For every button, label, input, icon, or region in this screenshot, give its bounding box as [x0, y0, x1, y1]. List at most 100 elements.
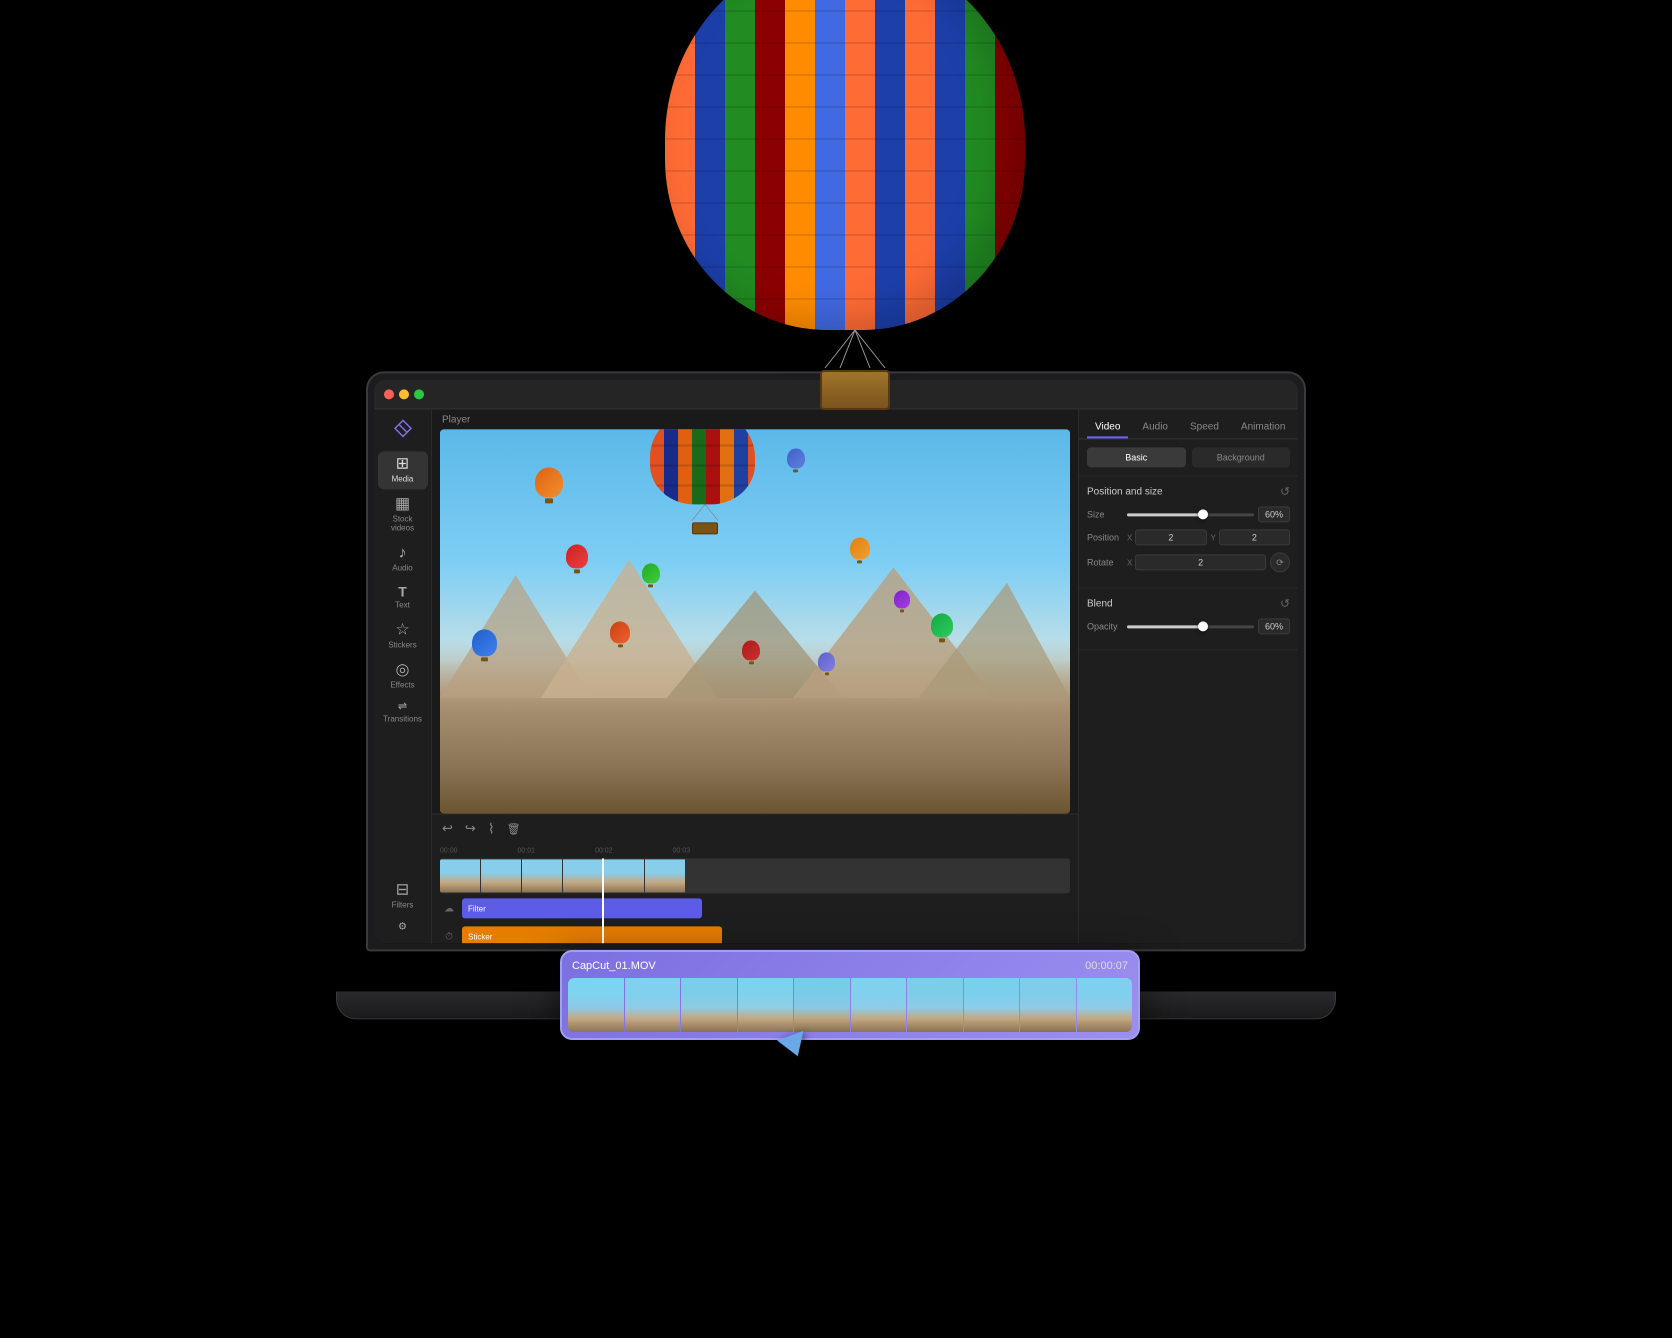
clip-popup[interactable]: CapCut_01.MOV 00:00:07 — [560, 950, 1140, 1040]
balloon-small-1 — [535, 468, 563, 504]
clip-duration: 00:00:07 — [1085, 960, 1128, 972]
right-panel: Video Audio Speed Animation — [1078, 409, 1298, 943]
text-icon: T — [398, 585, 407, 599]
video-thumb-3 — [522, 859, 562, 892]
position-y-value[interactable]: 2 — [1219, 529, 1290, 545]
transitions-icon: ⇌ — [398, 702, 407, 713]
sidebar-label-stickers: Stickers — [388, 640, 416, 650]
center-area: Player — [432, 409, 1078, 943]
rotate-x-value[interactable]: 2 — [1135, 554, 1266, 570]
main-balloon — [650, 429, 760, 534]
opacity-label: Opacity — [1087, 621, 1123, 631]
size-slider[interactable] — [1127, 513, 1254, 516]
position-y-label: Y — [1211, 533, 1216, 542]
filter-track-row: ☁ Filter — [440, 895, 1070, 921]
blend-group: Blend ↺ Opacity — [1079, 588, 1298, 650]
sidebar-item-settings[interactable]: ⚙ — [378, 917, 428, 937]
timeline-ruler: 00:00 00:01 00:02 00:03 — [432, 842, 1078, 858]
laptop-lid: ⊞ Media ▦ Stock videos ♪ Audio — [366, 371, 1306, 951]
clip-popup-header: CapCut_01.MOV 00:00:07 — [568, 958, 1132, 974]
filter-track-label: Filter — [468, 904, 486, 913]
tab-video[interactable]: Video — [1087, 417, 1128, 438]
settings-icon: ⚙ — [398, 922, 407, 932]
balloon-basket — [820, 370, 890, 410]
rotate-row: Rotate X 2 ⟳ — [1087, 552, 1290, 572]
sidebar-item-transitions[interactable]: ⇌ Transitions — [378, 697, 428, 730]
sidebar-item-stock-videos[interactable]: ▦ Stock videos — [378, 491, 428, 538]
timeline-tracks: ☁ Filter ⏱ — [432, 858, 1078, 943]
playhead[interactable] — [602, 858, 604, 943]
segment-basic[interactable]: Basic — [1087, 447, 1186, 467]
balloon-small-6 — [894, 591, 910, 613]
media-icon: ⊞ — [396, 456, 409, 472]
timeline-toolbar: ↩ ↪ ⌇ 🗑 — [432, 814, 1078, 842]
undo-button[interactable]: ↩ — [440, 818, 455, 838]
sidebar-item-effects[interactable]: ◎ Effects — [378, 657, 428, 695]
position-label: Position — [1087, 532, 1123, 542]
sticker-track[interactable]: Sticker — [462, 926, 722, 943]
hero-balloon — [665, 0, 1045, 430]
film-frame-8 — [964, 978, 1020, 1032]
scene: ⊞ Media ▦ Stock videos ♪ Audio — [0, 0, 1672, 1338]
redo-button[interactable]: ↪ — [463, 818, 478, 838]
opacity-slider-thumb[interactable] — [1198, 621, 1208, 631]
laptop: ⊞ Media ▦ Stock videos ♪ Audio — [366, 371, 1306, 991]
position-y-group: Y 2 — [1211, 529, 1291, 545]
panel-segments: Basic Background — [1079, 439, 1298, 476]
sidebar-label-transitions: Transitions — [383, 715, 422, 725]
main-video-track[interactable] — [440, 858, 1070, 893]
video-thumb-1 — [440, 859, 480, 892]
balloon-envelope — [665, 0, 1025, 330]
rotate-label: Rotate — [1087, 557, 1123, 567]
position-size-reset[interactable]: ↺ — [1280, 484, 1290, 498]
film-frame-7 — [907, 978, 963, 1032]
video-thumb-5 — [604, 859, 644, 892]
tab-speed[interactable]: Speed — [1182, 417, 1227, 438]
close-button[interactable] — [384, 389, 394, 399]
tab-audio[interactable]: Audio — [1134, 417, 1176, 438]
film-frame-3 — [681, 978, 737, 1032]
balloon-small-9 — [742, 641, 760, 665]
blend-reset[interactable]: ↺ — [1280, 596, 1290, 610]
sidebar-item-media[interactable]: ⊞ Media — [378, 451, 428, 489]
segment-background[interactable]: Background — [1192, 447, 1291, 467]
sticker-track-side: ⏱ — [440, 931, 458, 942]
sidebar-item-filters[interactable]: ⊟ Filters — [378, 878, 428, 916]
size-row: Size 60% — [1087, 506, 1290, 522]
stickers-icon: ☆ — [395, 622, 409, 638]
split-button[interactable]: ⌇ — [486, 818, 497, 839]
position-size-header: Position and size ↺ — [1087, 484, 1290, 498]
video-preview — [440, 429, 1070, 813]
sidebar-label-effects: Effects — [390, 680, 414, 690]
blend-header: Blend ↺ — [1087, 596, 1290, 610]
maximize-button[interactable] — [414, 389, 424, 399]
balloon-small-4 — [642, 564, 660, 588]
delete-button[interactable]: 🗑 — [505, 820, 523, 837]
sidebar-label-stock: Stock videos — [382, 514, 424, 533]
filter-track-side: ☁ — [440, 903, 458, 914]
minimize-button[interactable] — [399, 389, 409, 399]
size-slider-thumb[interactable] — [1198, 509, 1208, 519]
timecode-0: 00:00 — [440, 847, 458, 854]
sidebar-label-filters: Filters — [392, 901, 414, 911]
sidebar-item-text[interactable]: T Text — [378, 580, 428, 616]
video-thumb-6 — [645, 859, 685, 892]
opacity-value[interactable]: 60% — [1258, 618, 1290, 634]
size-label: Size — [1087, 509, 1123, 519]
rotate-dial-button[interactable]: ⟳ — [1270, 552, 1290, 572]
opacity-slider[interactable] — [1127, 625, 1254, 628]
filter-track[interactable]: Filter — [462, 898, 702, 918]
sidebar-item-audio[interactable]: ♪ Audio — [378, 540, 428, 578]
film-frame-9 — [1020, 978, 1076, 1032]
film-frame-6 — [851, 978, 907, 1032]
tab-animation[interactable]: Animation — [1233, 417, 1293, 438]
rotate-x-label: X — [1127, 558, 1132, 567]
sidebar-item-stickers[interactable]: ☆ Stickers — [378, 617, 428, 655]
clip-filmstrip — [568, 978, 1132, 1032]
size-value[interactable]: 60% — [1258, 506, 1290, 522]
timecode-2: 00:02 — [595, 847, 613, 854]
traffic-lights — [384, 389, 424, 399]
effects-icon: ◎ — [396, 662, 410, 678]
position-row: Position X 2 Y 2 — [1087, 529, 1290, 545]
position-x-value[interactable]: 2 — [1135, 529, 1206, 545]
